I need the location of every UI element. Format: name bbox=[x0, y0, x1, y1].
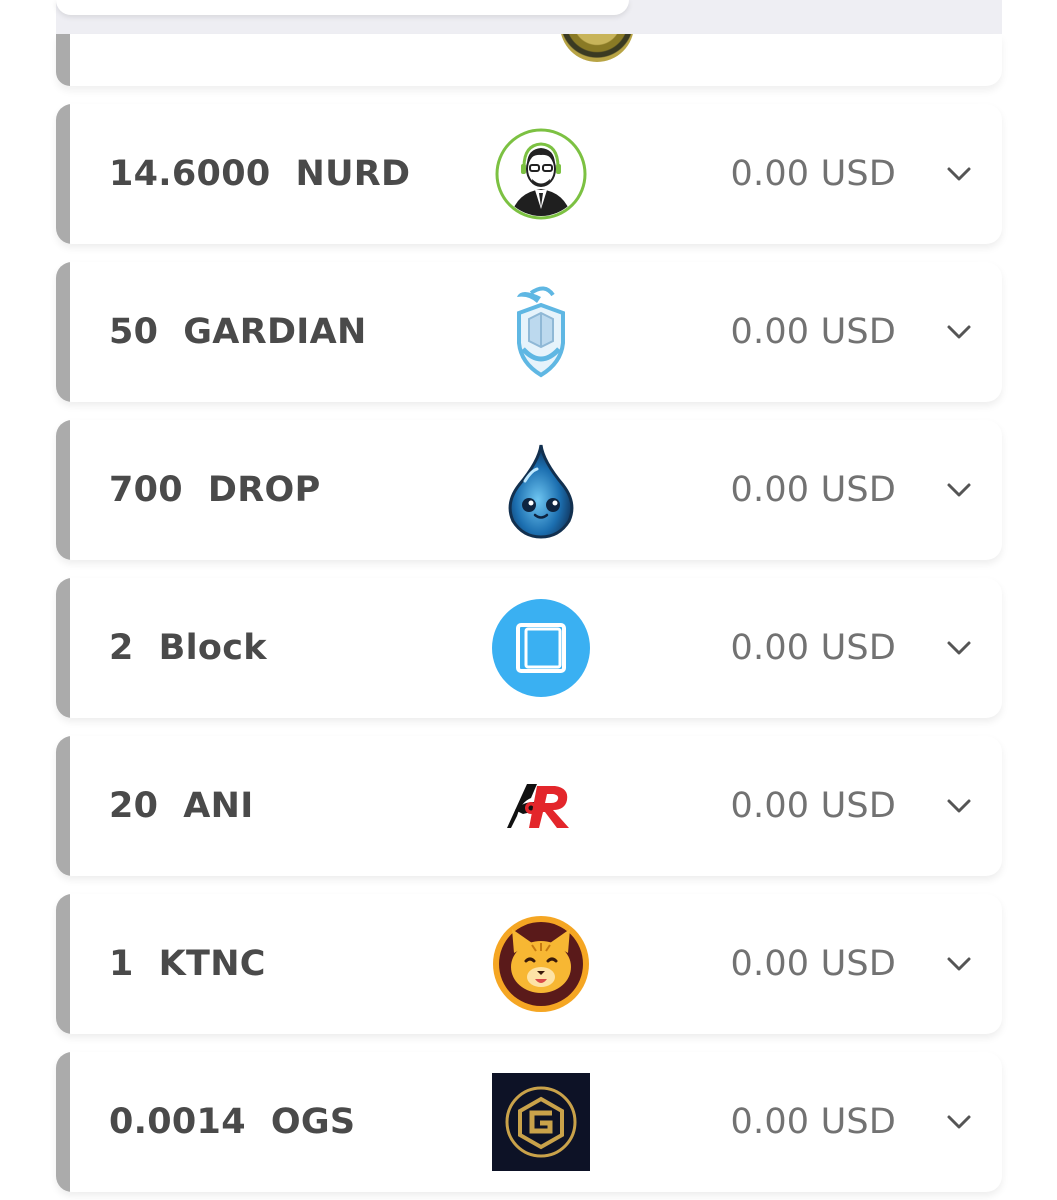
token-amount: 50 GARDIAN bbox=[109, 312, 367, 352]
token-usd-value: 0.00 USD bbox=[730, 628, 896, 668]
coin-icon bbox=[560, 34, 634, 62]
token-list-screen: 14.6000 NURD 0.00 USD 50 GARDIAN 0.00 US… bbox=[0, 0, 1057, 1200]
token-row-nurd[interactable]: 14.6000 NURD 0.00 USD bbox=[56, 104, 1002, 244]
token-usd-value: 0.00 USD bbox=[730, 944, 896, 984]
token-usd-value: 0.00 USD bbox=[730, 470, 896, 510]
token-row-ani[interactable]: 20 ANI 0.00 USD bbox=[56, 736, 1002, 876]
row-accent-bar bbox=[56, 34, 70, 86]
chevron-down-icon[interactable] bbox=[944, 317, 974, 347]
chevron-down-icon[interactable] bbox=[944, 1107, 974, 1137]
token-amount: 14.6000 NURD bbox=[109, 154, 411, 194]
token-row-ogs[interactable]: 0.0014 OGS 0.00 USD bbox=[56, 1052, 1002, 1192]
chevron-down-icon[interactable] bbox=[944, 949, 974, 979]
token-usd-value: 0.00 USD bbox=[730, 1102, 896, 1142]
token-usd-value: 0.00 USD bbox=[730, 312, 896, 352]
gardian-knight-icon bbox=[492, 283, 590, 381]
token-amount: 700 DROP bbox=[109, 470, 321, 510]
block-square-icon bbox=[492, 599, 590, 697]
token-row-partial[interactable] bbox=[56, 34, 1002, 86]
top-card bbox=[56, 0, 629, 15]
row-accent-bar bbox=[56, 1052, 70, 1192]
ktnc-cat-icon bbox=[492, 915, 590, 1013]
token-amount: 2 Block bbox=[109, 628, 267, 668]
chevron-down-icon[interactable] bbox=[944, 159, 974, 189]
row-accent-bar bbox=[56, 578, 70, 718]
nurd-avatar-icon bbox=[492, 125, 590, 223]
token-amount: 1 KTNC bbox=[109, 944, 266, 984]
row-accent-bar bbox=[56, 894, 70, 1034]
token-row-gardian[interactable]: 50 GARDIAN 0.00 USD bbox=[56, 262, 1002, 402]
token-usd-value: 0.00 USD bbox=[730, 786, 896, 826]
token-row-drop[interactable]: 700 DROP 0.00 USD bbox=[56, 420, 1002, 560]
chevron-down-icon[interactable] bbox=[944, 791, 974, 821]
ogs-g-logo-icon bbox=[492, 1073, 590, 1171]
row-accent-bar bbox=[56, 104, 70, 244]
token-amount: 0.0014 OGS bbox=[109, 1102, 356, 1142]
row-accent-bar bbox=[56, 262, 70, 402]
token-amount: 20 ANI bbox=[109, 786, 254, 826]
token-usd-value: 0.00 USD bbox=[730, 154, 896, 194]
token-row-ktnc[interactable]: 1 KTNC 0.00 USD bbox=[56, 894, 1002, 1034]
row-accent-bar bbox=[56, 420, 70, 560]
ani-logo-icon bbox=[492, 757, 590, 855]
row-accent-bar bbox=[56, 736, 70, 876]
drop-water-icon bbox=[492, 441, 590, 539]
chevron-down-icon[interactable] bbox=[944, 633, 974, 663]
chevron-down-icon[interactable] bbox=[944, 475, 974, 505]
token-row-block[interactable]: 2 Block 0.00 USD bbox=[56, 578, 1002, 718]
